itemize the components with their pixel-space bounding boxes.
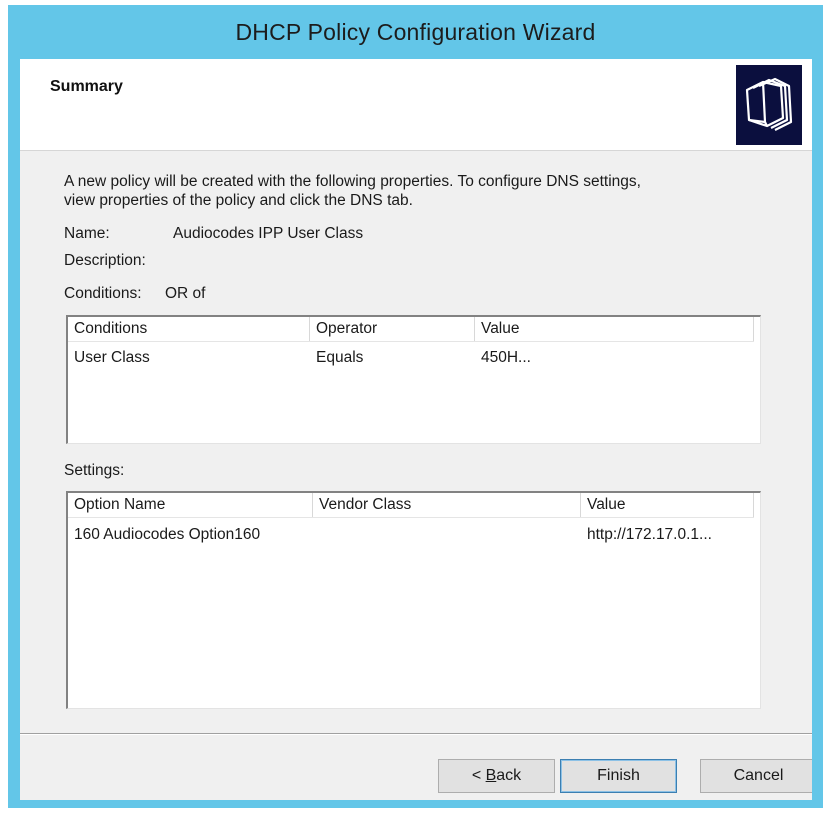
description-label: Description: — [64, 252, 146, 269]
column-header-vendor-class[interactable]: Vendor Class — [313, 493, 581, 517]
settings-list-header: Option Name Vendor Class Value — [68, 493, 754, 518]
table-row[interactable]: 160 Audiocodes Option160 http://172.17.0… — [68, 523, 754, 547]
conditions-value: OR of — [165, 285, 206, 302]
option-name-cell: 160 Audiocodes Option160 — [74, 526, 261, 543]
wizard-documents-icon — [736, 65, 802, 145]
name-label: Name: — [64, 225, 110, 242]
back-button-prefix: < — [471, 767, 486, 784]
wizard-header: Summary — [20, 59, 812, 151]
conditions-list-header: Conditions Operator Value — [68, 317, 754, 342]
operator-cell: Equals — [316, 349, 364, 366]
column-header-option-name[interactable]: Option Name — [68, 493, 313, 517]
conditions-list[interactable]: Conditions Operator Value User Class Equ… — [66, 315, 761, 444]
cancel-button[interactable]: Cancel — [700, 759, 812, 793]
settings-list[interactable]: Option Name Vendor Class Value 160 Audio… — [66, 491, 761, 709]
conditions-label: Conditions: — [64, 285, 142, 302]
setting-value-cell: http://172.17.0.1... — [587, 526, 712, 543]
window-title: DHCP Policy Configuration Wizard — [235, 18, 596, 45]
vendor-class-cell — [313, 523, 581, 547]
wizard-client-area: Summary A new policy will be created wit… — [20, 59, 812, 800]
column-header-setting-value[interactable]: Value — [581, 493, 754, 517]
button-area-separator — [20, 733, 812, 735]
intro-text-line1: A new policy will be created with the fo… — [64, 173, 641, 190]
page-title: Summary — [50, 78, 123, 95]
value-cell: 450H... — [481, 349, 531, 366]
title-bar[interactable]: DHCP Policy Configuration Wizard — [8, 5, 823, 59]
table-row[interactable]: User Class Equals 450H... — [68, 346, 754, 370]
settings-label: Settings: — [64, 462, 125, 479]
intro-text-line2: view properties of the policy and click … — [64, 192, 413, 209]
finish-button[interactable]: Finish — [560, 759, 677, 793]
column-header-operator[interactable]: Operator — [310, 317, 475, 341]
back-button-label: ack — [496, 767, 522, 784]
documents-icon-graphic — [745, 77, 793, 131]
back-button[interactable]: < Back — [438, 759, 555, 793]
name-value: Audiocodes IPP User Class — [173, 225, 364, 242]
wizard-window: DHCP Policy Configuration Wizard Summary… — [8, 5, 823, 808]
column-header-conditions[interactable]: Conditions — [68, 317, 310, 341]
condition-cell: User Class — [74, 349, 150, 366]
back-button-mnemonic: B — [485, 767, 497, 784]
column-header-value[interactable]: Value — [475, 317, 754, 341]
